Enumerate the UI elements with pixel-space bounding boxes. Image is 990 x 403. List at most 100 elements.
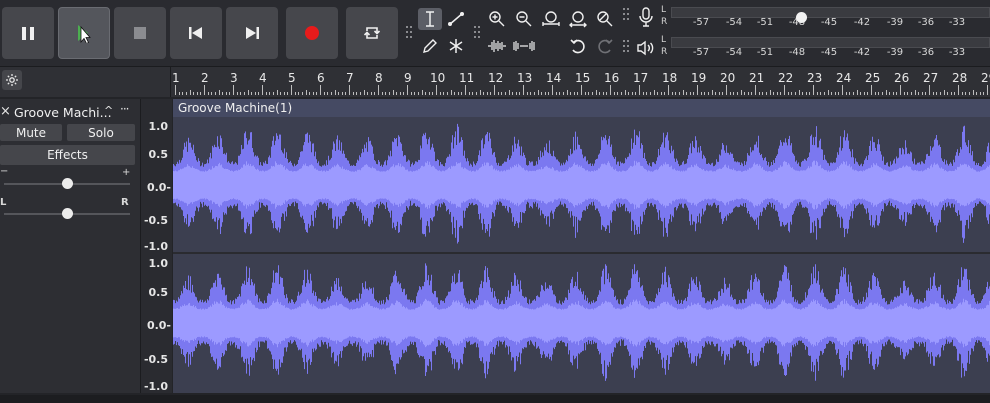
record-level-knob[interactable] <box>796 12 807 23</box>
record-meter-button[interactable] <box>634 6 658 28</box>
meter-tick-label: -45 <box>820 47 838 58</box>
record-button[interactable] <box>286 7 338 59</box>
ruler-tick <box>613 92 615 95</box>
ruler-tick <box>229 92 231 95</box>
zoom-out-button[interactable] <box>512 8 536 30</box>
skip-end-button[interactable] <box>226 7 278 59</box>
ruler-tick <box>494 85 495 95</box>
ruler-tick <box>349 85 350 95</box>
ruler-tick <box>925 92 927 95</box>
clip-title[interactable]: Groove Machine(1) <box>173 99 990 117</box>
ruler-tick <box>570 92 572 95</box>
ruler-tick <box>316 92 318 95</box>
record-meter[interactable]: L R -57 -54 -51 -48 -45 -42 -39 -36 -33 <box>661 4 990 30</box>
ruler-tick <box>809 92 811 95</box>
toolbar-grip[interactable] <box>623 8 629 28</box>
ruler-tick <box>280 92 282 95</box>
ruler-tick <box>338 92 340 95</box>
ruler-tick <box>610 85 611 95</box>
zoom-toggle-button[interactable] <box>593 8 617 30</box>
ruler-tick <box>642 92 644 95</box>
stop-button[interactable] <box>114 7 166 59</box>
ruler-tick <box>624 90 626 95</box>
skip-start-button[interactable] <box>170 7 222 59</box>
trim-button[interactable] <box>485 35 509 57</box>
multi-tool-button[interactable] <box>444 35 468 57</box>
meter-tick-label: -51 <box>756 47 774 58</box>
ruler-tick <box>834 92 836 95</box>
ruler-tick <box>552 85 553 95</box>
meter-tick-label: -33 <box>948 47 966 58</box>
silence-button[interactable] <box>512 35 536 57</box>
ruler-number: 10 <box>430 71 446 85</box>
pause-button[interactable] <box>2 7 54 59</box>
collapse-track-icon[interactable]: ^ <box>104 104 113 117</box>
horizontal-scrollbar[interactable] <box>0 395 990 403</box>
ruler-tick <box>780 92 782 95</box>
ruler-tick <box>378 85 379 95</box>
mute-button[interactable]: Mute <box>0 124 62 141</box>
trim-icon <box>488 40 506 52</box>
vertical-scale[interactable]: 1.0 0.5 0.0- -0.5 -1.0 1.0 0.5 0.0- -0.5… <box>141 99 172 393</box>
redo-icon <box>598 39 613 54</box>
gain-slider-knob[interactable] <box>61 178 73 189</box>
ruler-tick <box>432 92 434 95</box>
meter-tick-label: -39 <box>886 47 904 58</box>
undo-button[interactable] <box>566 35 590 57</box>
ruler-tick <box>620 92 622 95</box>
toolbar-grip[interactable] <box>406 26 412 46</box>
ruler-tick <box>802 92 804 95</box>
ruler-tick <box>755 85 756 95</box>
ruler-tick <box>450 90 452 95</box>
meter-tick-label: -36 <box>917 17 935 28</box>
zoom-fit-icon <box>569 11 587 28</box>
close-track-icon[interactable]: × <box>0 104 11 119</box>
ruler-number: 4 <box>259 71 267 85</box>
ruler-tick <box>794 92 796 95</box>
solo-button[interactable]: Solo <box>67 124 135 141</box>
play-button[interactable] <box>58 7 110 59</box>
ruler-tick <box>247 90 249 95</box>
ruler-tick <box>878 92 880 95</box>
ruler-tick <box>700 92 702 95</box>
zoom-in-icon <box>489 11 505 27</box>
toolbar-grip[interactable] <box>474 26 480 46</box>
timeline-ruler[interactable]: 1 2 3 4 5 6 7 8 9 10 11 12 13 14 15 16 17 18 19 20 21 22 23 24 2… <box>0 66 990 97</box>
ruler-number: 26 <box>894 71 910 85</box>
track-name[interactable]: Groove Machi... <box>14 105 112 120</box>
ruler-tick <box>189 90 191 95</box>
ruler-tick <box>559 92 561 95</box>
ruler-tick <box>251 92 253 95</box>
fit-selection-button[interactable] <box>539 8 563 30</box>
meter-tick-label: -54 <box>725 47 743 58</box>
ruler-tick <box>410 92 412 95</box>
ruler-tick <box>758 92 760 95</box>
pan-slider-knob[interactable] <box>61 208 73 219</box>
playback-meter-button[interactable] <box>634 37 658 59</box>
ruler-tick <box>530 92 532 95</box>
waveform[interactable] <box>173 117 990 393</box>
audio-clip[interactable]: Groove Machine(1) <box>173 99 990 393</box>
ruler-tick <box>544 92 546 95</box>
ruler-tick <box>914 90 916 95</box>
ruler-tick <box>272 92 274 95</box>
ruler-tick <box>233 85 234 95</box>
track-menu-icon[interactable]: ··· <box>120 102 130 116</box>
playback-meter[interactable]: L R -57 -54 -51 -48 -45 -42 -39 -36 -33 <box>661 34 990 60</box>
redo-button[interactable] <box>593 35 617 57</box>
selection-tool-button[interactable] <box>418 8 442 30</box>
zoom-in-button[interactable] <box>485 8 509 30</box>
ruler-scale[interactable]: 1 2 3 4 5 6 7 8 9 10 11 12 13 14 15 16 17 18 19 20 21 22 23 24 2… <box>171 67 990 97</box>
ruler-number: 9 <box>404 71 412 85</box>
draw-tool-button[interactable] <box>418 35 442 57</box>
effects-button[interactable]: Effects <box>0 145 135 165</box>
ruler-tick <box>867 92 869 95</box>
ruler-tick <box>573 92 575 95</box>
ruler-tick <box>715 92 717 95</box>
ruler-tick <box>334 90 336 95</box>
timeline-settings-button[interactable] <box>2 70 22 90</box>
loop-button[interactable] <box>346 7 398 59</box>
toolbar-grip[interactable] <box>623 40 629 60</box>
fit-project-button[interactable] <box>566 8 590 30</box>
envelope-tool-button[interactable] <box>444 8 468 30</box>
